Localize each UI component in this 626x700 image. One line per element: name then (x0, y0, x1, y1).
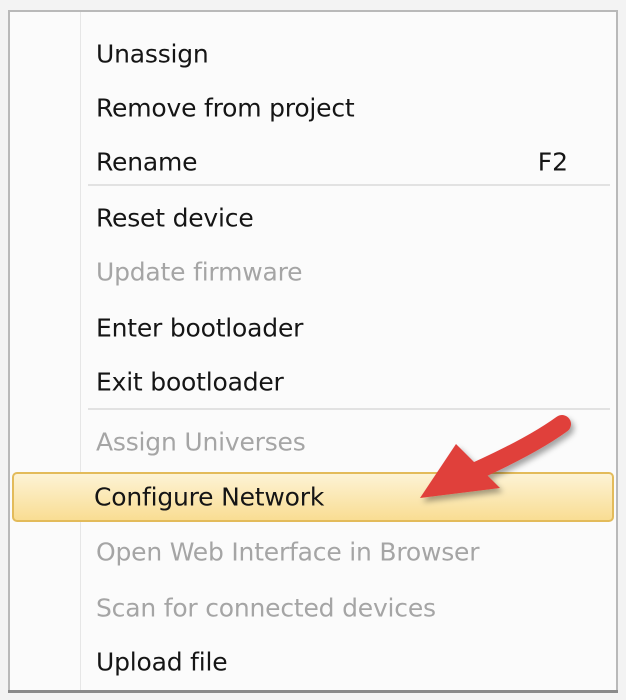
annotation-arrow-icon (420, 415, 571, 498)
